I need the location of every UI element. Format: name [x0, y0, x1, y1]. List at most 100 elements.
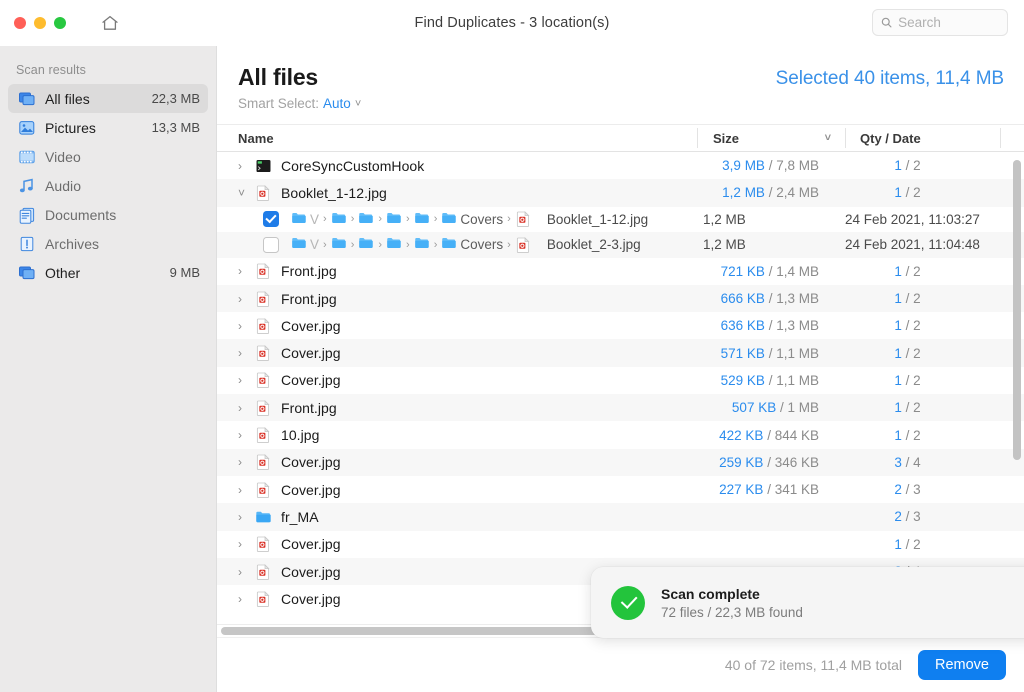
duplicate-child-row[interactable]: V › › › › › Covers › Booklet_2-3.jpg 1,2 MB…	[217, 232, 1024, 258]
chevron-right-icon[interactable]: ›	[238, 510, 255, 524]
breadcrumb-folder[interactable]	[414, 210, 430, 229]
sidebar-item-video[interactable]: Video	[8, 142, 208, 171]
sidebar-item-label: Archives	[45, 235, 100, 252]
table-row[interactable]: ˅ Booklet_1-12.jpg 1,2 MB / 2,4 MB 1 / 2	[217, 179, 1024, 207]
file-size: 3,9 MB / 7,8 MB	[722, 158, 819, 174]
breadcrumb-folder[interactable]	[358, 210, 374, 229]
chevron-right-icon[interactable]: ›	[238, 428, 255, 442]
qty-selected: 1	[894, 291, 902, 307]
jpeg-icon	[255, 290, 272, 308]
chevron-right-icon[interactable]: ›	[238, 346, 255, 360]
chevron-right-icon[interactable]: ›	[238, 319, 255, 333]
file-qty: 1 / 2	[894, 291, 921, 307]
vertical-scrollbar[interactable]	[1013, 154, 1021, 622]
chevron-right-icon[interactable]: ›	[238, 401, 255, 415]
sidebar-item-archives[interactable]: Archives	[8, 229, 208, 258]
remove-button[interactable]: Remove	[918, 650, 1006, 680]
table-row[interactable]: › fr_MA 2 / 3	[217, 503, 1024, 531]
breadcrumb-folder[interactable]: Covers	[441, 210, 503, 229]
table-row[interactable]: › Front.jpg 507 KB / 1 MB 1 / 2	[217, 394, 1024, 422]
chevron-right-icon[interactable]: ›	[238, 264, 255, 278]
column-header-spacer	[1000, 128, 1024, 148]
checkmark-circle-icon	[611, 585, 645, 620]
main-header: All files Smart Select: Auto ˅ Selected …	[217, 46, 1024, 111]
sidebar-item-other[interactable]: Other 9 MB	[8, 258, 208, 287]
file-qty: 1 / 2	[894, 345, 921, 361]
table-row[interactable]: › Cover.jpg 1 / 2	[217, 531, 1024, 558]
chevron-right-icon: ›	[433, 238, 438, 251]
breadcrumb-folder[interactable]	[386, 235, 402, 254]
column-header-qty-date[interactable]: Qty / Date	[845, 128, 1000, 148]
sidebar-item-audio[interactable]: Audio	[8, 171, 208, 200]
table-row[interactable]: › Cover.jpg 259 KB / 346 KB 3 / 4	[217, 448, 1024, 476]
row-checkbox[interactable]	[263, 236, 279, 253]
sidebar-item-all-files[interactable]: All files 22,3 MB	[8, 84, 208, 113]
file-name: Cover.jpg	[281, 345, 341, 362]
file-size-total: 346 KB	[774, 454, 819, 470]
chevron-right-icon[interactable]: ›	[238, 292, 255, 306]
jpeg-icon	[255, 399, 272, 417]
column-header-name[interactable]: Name	[238, 131, 697, 146]
chevron-down-icon[interactable]: ˅	[238, 186, 255, 200]
child-file-name: Booklet_1-12.jpg	[546, 211, 649, 227]
search-input[interactable]	[898, 15, 999, 30]
file-qty: 1 / 2	[894, 536, 921, 552]
minimize-window-button[interactable]	[34, 17, 46, 29]
table-row[interactable]: › Cover.jpg 636 KB / 1,3 MB 1 / 2	[217, 312, 1024, 339]
chevron-right-icon[interactable]: ›	[238, 483, 255, 497]
breadcrumb-folder[interactable]	[358, 235, 374, 254]
file-size: 1,2 MB / 2,4 MB	[722, 185, 819, 201]
file-size: 227 KB / 341 KB	[719, 482, 819, 498]
qty-selected: 2	[894, 509, 902, 525]
sidebar-item-documents[interactable]: Documents	[8, 200, 208, 229]
table-row[interactable]: › Cover.jpg 529 KB / 1,1 MB 1 / 2	[217, 367, 1024, 394]
chevron-down-icon[interactable]: ˅	[355, 98, 361, 110]
table-row[interactable]: › CoreSyncCustomHook 3,9 MB / 7,8 MB 1 / 2	[217, 152, 1024, 179]
maximize-window-button[interactable]	[54, 17, 66, 29]
smart-select-value[interactable]: Auto	[323, 96, 351, 111]
jpeg-icon	[255, 590, 272, 608]
chevron-right-icon[interactable]: ›	[238, 592, 255, 606]
smart-select-control[interactable]: Smart Select: Auto ˅	[238, 96, 361, 111]
row-checkbox[interactable]	[263, 211, 279, 228]
file-size-total: 1 MB	[787, 400, 819, 416]
table-row[interactable]: › Cover.jpg 227 KB / 341 KB 2 / 3	[217, 476, 1024, 503]
duplicate-child-row[interactable]: V › › › › › Covers › Booklet_1-12.jpg 1,2 M…	[217, 206, 1024, 233]
file-size-selected: 3,9 MB	[722, 158, 765, 174]
table-row[interactable]: › 10.jpg 422 KB / 844 KB 1 / 2	[217, 421, 1024, 448]
sidebar-item-label: Pictures	[45, 119, 96, 136]
files-stack-icon	[17, 263, 36, 282]
search-box[interactable]	[872, 9, 1008, 36]
column-header-size-label: Size	[713, 130, 740, 146]
child-file-size: 1,2 MB	[703, 237, 746, 253]
sidebar-item-label: Other	[45, 264, 81, 281]
file-qty: 1 / 2	[894, 263, 921, 279]
vertical-scrollbar-thumb[interactable]	[1013, 160, 1021, 460]
breadcrumb-label: Covers	[460, 237, 504, 253]
breadcrumb-folder[interactable]: V	[291, 235, 319, 254]
chevron-right-icon[interactable]: ›	[238, 159, 255, 173]
breadcrumb-folder[interactable]	[386, 210, 402, 229]
close-window-button[interactable]	[14, 17, 26, 29]
file-name: CoreSyncCustomHook	[281, 157, 425, 174]
sidebar-item-pictures[interactable]: Pictures 13,3 MB	[8, 113, 208, 142]
breadcrumb-folder[interactable]	[414, 235, 430, 254]
chevron-right-icon[interactable]: ›	[238, 537, 255, 551]
breadcrumb-folder[interactable]: V	[291, 210, 319, 229]
jpeg-icon	[255, 184, 272, 202]
home-icon[interactable]	[97, 10, 123, 36]
breadcrumb-folder[interactable]: Covers	[441, 235, 503, 254]
qty-selected: 1	[894, 372, 902, 388]
breadcrumb-folder[interactable]	[331, 235, 347, 254]
table-row[interactable]: › Front.jpg 721 KB / 1,4 MB 1 / 2	[217, 258, 1024, 285]
qty-total: 2	[913, 400, 921, 416]
chevron-right-icon[interactable]: ›	[238, 565, 255, 579]
table-row[interactable]: › Front.jpg 666 KB / 1,3 MB 1 / 2	[217, 284, 1024, 313]
chevron-right-icon[interactable]: ›	[238, 373, 255, 387]
table-row[interactable]: › Cover.jpg 571 KB / 1,1 MB 1 / 2	[217, 339, 1024, 367]
chevron-right-icon[interactable]: ›	[238, 455, 255, 469]
breadcrumb-folder[interactable]	[331, 210, 347, 229]
chevron-down-icon[interactable]: ˅	[825, 132, 831, 144]
main-panel: All files Smart Select: Auto ˅ Selected …	[217, 46, 1024, 692]
column-header-size[interactable]: Size ˅	[697, 128, 845, 148]
